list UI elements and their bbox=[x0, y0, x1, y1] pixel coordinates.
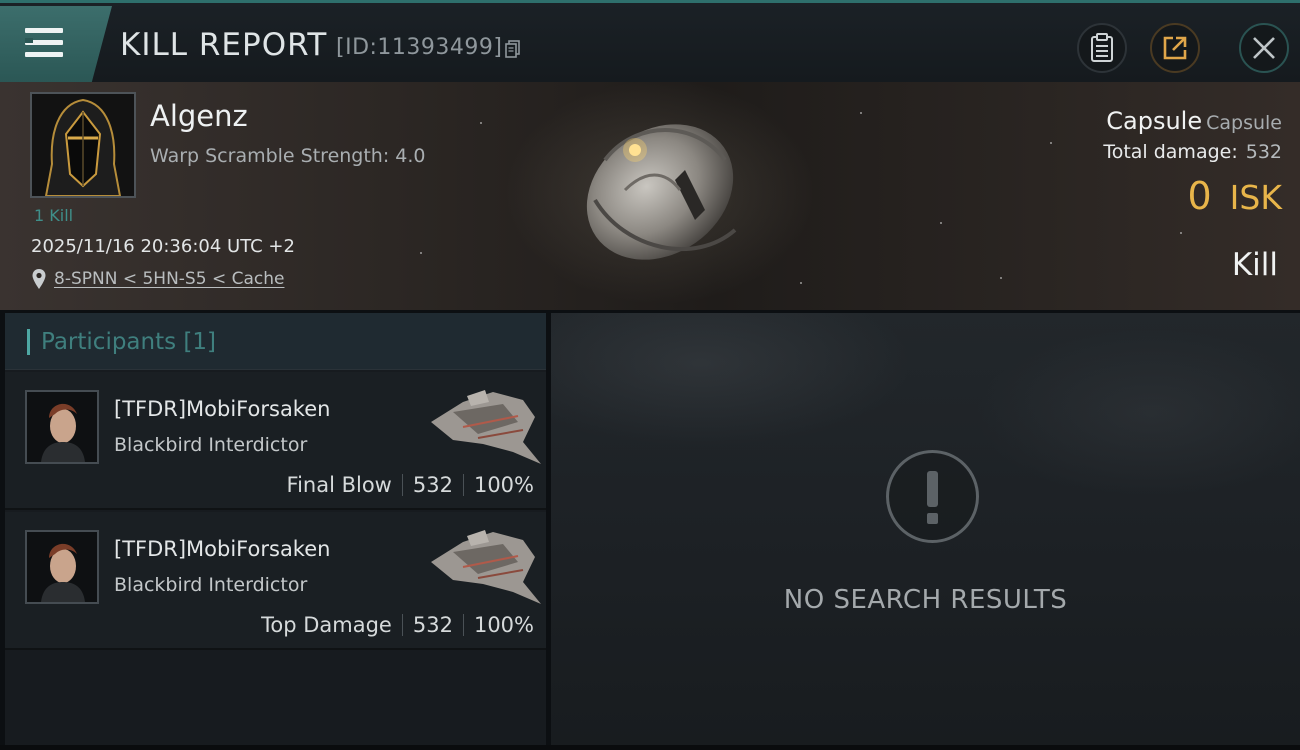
isk-value-line: 0 ISK bbox=[1187, 174, 1282, 218]
participant-ship: Blackbird Interdictor bbox=[114, 434, 308, 456]
location-link[interactable]: 8-SPNN < 5HN-S5 < Cache bbox=[54, 269, 284, 289]
isk-value: 0 bbox=[1187, 174, 1212, 218]
participant-damage: 532 bbox=[412, 473, 453, 497]
capsule-ship-image bbox=[586, 124, 737, 260]
participants-header[interactable]: Participants [1] bbox=[5, 313, 546, 370]
total-damage: Total damage: 532 bbox=[1103, 141, 1282, 163]
copy-icon[interactable] bbox=[505, 40, 521, 59]
participant-stats: Top Damage 532 100% bbox=[261, 613, 534, 637]
details-panel: NO SEARCH RESULTS bbox=[551, 313, 1300, 745]
participant-name[interactable]: [TFDR]MobiForsaken bbox=[114, 397, 330, 421]
participant-role: Final Blow bbox=[286, 473, 392, 497]
victim-summary: Algenz Warp Scramble Strength: 4.0 1 Kil… bbox=[0, 82, 1300, 310]
participant-row[interactable]: [TFDR]MobiForsaken Blackbird Interdictor… bbox=[5, 372, 546, 510]
participant-ship-image bbox=[431, 390, 541, 464]
participants-panel: Participants [1] [TFDR]MobiForsaken Blac… bbox=[5, 313, 546, 745]
kill-count: 1 Kill bbox=[34, 206, 74, 225]
participant-role: Top Damage bbox=[261, 613, 392, 637]
participants-title: Participants [1] bbox=[41, 329, 216, 355]
isk-label: ISK bbox=[1229, 178, 1282, 217]
alert-icon bbox=[886, 450, 979, 543]
participant-stats: Final Blow 532 100% bbox=[287, 473, 534, 497]
bottom-edge bbox=[0, 745, 1300, 750]
participant-damage: 532 bbox=[412, 613, 453, 637]
participant-avatar bbox=[27, 532, 97, 602]
stat-divider bbox=[401, 614, 403, 636]
header-bar: KILL REPORT [ID:11393499] bbox=[0, 0, 1300, 82]
clipboard-icon bbox=[1091, 33, 1113, 62]
participant-avatar bbox=[27, 392, 97, 462]
close-icon bbox=[1253, 37, 1275, 59]
page-title: KILL REPORT bbox=[120, 27, 328, 63]
ship-name[interactable]: Capsule bbox=[1106, 107, 1202, 135]
empty-state-message: NO SEARCH RESULTS bbox=[783, 585, 1068, 615]
victim-name[interactable]: Algenz bbox=[150, 99, 248, 133]
stat-divider bbox=[462, 614, 464, 636]
ship-type: Capsule bbox=[1206, 112, 1282, 134]
participant-percent: 100% bbox=[473, 613, 534, 637]
participant-ship-image bbox=[431, 530, 541, 604]
victim-stat: Warp Scramble Strength: 4.0 bbox=[150, 145, 426, 167]
victim-portrait[interactable] bbox=[30, 92, 136, 198]
participants-header-accent bbox=[27, 329, 30, 355]
clipboard-button[interactable] bbox=[1077, 23, 1127, 73]
participant-name[interactable]: [TFDR]MobiForsaken bbox=[114, 537, 330, 561]
participant-ship: Blackbird Interdictor bbox=[114, 574, 308, 596]
close-button[interactable] bbox=[1239, 23, 1289, 73]
total-damage-value: 532 bbox=[1245, 141, 1282, 163]
stat-divider bbox=[401, 474, 403, 496]
participant-row[interactable]: [TFDR]MobiForsaken Blackbird Interdictor… bbox=[5, 512, 546, 650]
menu-icon bbox=[25, 28, 63, 58]
location-pin-icon bbox=[32, 269, 46, 289]
victim-ship: Capsule Capsule bbox=[1106, 107, 1282, 135]
kill-timestamp: 2025/11/16 20:36:04 UTC +2 bbox=[31, 236, 295, 257]
stat-divider bbox=[462, 474, 464, 496]
participant-percent: 100% bbox=[473, 473, 534, 497]
participant-portrait[interactable] bbox=[25, 530, 99, 604]
menu-button[interactable] bbox=[0, 6, 112, 82]
share-button[interactable] bbox=[1150, 23, 1200, 73]
report-id: [ID:11393499] bbox=[336, 35, 503, 60]
share-icon bbox=[1163, 36, 1187, 60]
total-damage-label: Total damage: bbox=[1103, 141, 1238, 163]
participants-empty-space bbox=[5, 652, 546, 745]
victim-avatar bbox=[32, 94, 134, 196]
kill-result: Kill bbox=[1231, 247, 1278, 283]
participant-portrait[interactable] bbox=[25, 390, 99, 464]
